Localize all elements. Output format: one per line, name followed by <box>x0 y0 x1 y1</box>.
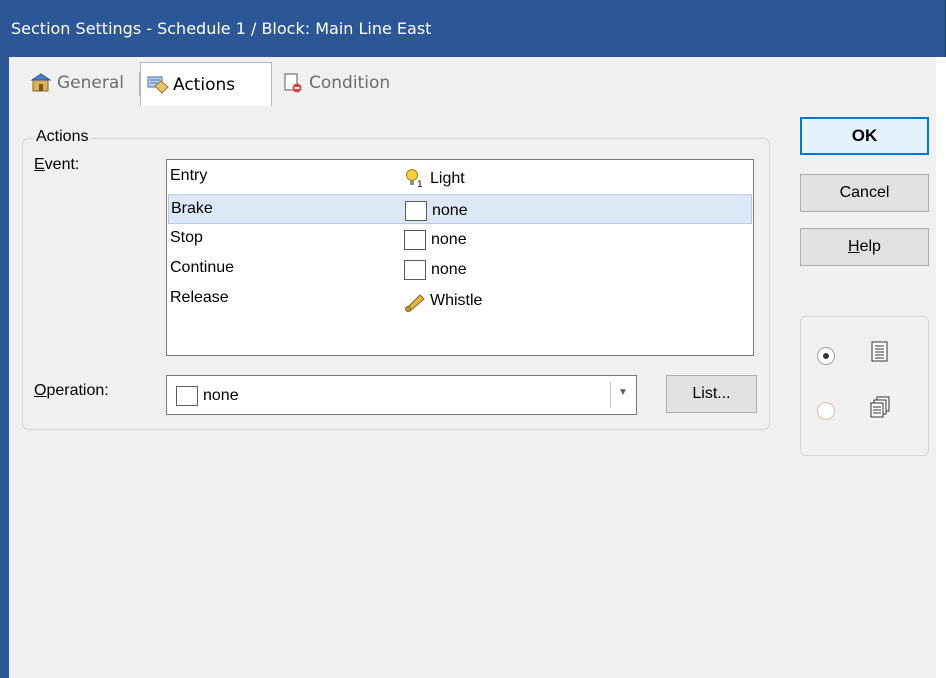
empty-checkbox-icon <box>404 230 426 250</box>
event-name: Continue <box>170 259 235 276</box>
cancel-button[interactable]: Cancel <box>800 174 929 212</box>
event-label: Event: <box>34 156 79 174</box>
event-row-continue[interactable]: Continue none <box>168 254 752 284</box>
event-row-release[interactable]: Release Whistle <box>168 284 752 314</box>
event-row-brake[interactable]: Brake none <box>168 194 752 224</box>
general-icon <box>30 73 52 93</box>
event-action: 1 Light <box>404 168 465 190</box>
tab-condition-label: Condition <box>309 73 391 93</box>
event-action-label: Whistle <box>430 292 483 309</box>
event-action: none <box>404 260 467 280</box>
event-label-accelerator: E <box>34 156 45 173</box>
event-action: Whistle <box>404 290 482 312</box>
event-action-label: none <box>431 261 467 278</box>
whistle-icon <box>404 290 426 312</box>
event-row-stop[interactable]: Stop none <box>168 224 752 254</box>
event-action: none <box>404 230 467 250</box>
operation-label-text: peration: <box>46 382 109 399</box>
dropdown-separator <box>610 382 611 408</box>
list-button[interactable]: List... <box>666 375 757 413</box>
event-action-label: Light <box>430 170 465 187</box>
help-button[interactable]: Help <box>800 228 929 266</box>
single-page-icon <box>870 341 890 363</box>
empty-checkbox-icon <box>176 386 198 406</box>
event-list[interactable]: Entry 1 Light Brake none Stop none Conti… <box>166 159 754 356</box>
single-view-radio[interactable] <box>817 347 835 365</box>
tab-general[interactable]: General <box>25 62 143 104</box>
view-options-group <box>800 316 929 456</box>
tab-general-label: General <box>57 73 124 93</box>
left-window-edge <box>0 57 9 678</box>
event-label-text: vent: <box>44 156 80 173</box>
event-action-label: none <box>431 231 467 248</box>
event-name: Entry <box>170 167 208 184</box>
right-window-edge <box>936 57 946 678</box>
actions-group-label: Actions <box>34 128 91 146</box>
operation-dropdown[interactable]: none ▼ <box>166 375 637 415</box>
help-button-label: elp <box>859 238 881 255</box>
operation-label: Operation: <box>34 382 109 400</box>
empty-checkbox-icon <box>404 260 426 280</box>
operation-value: none <box>203 387 239 404</box>
section-settings-dialog: Section Settings - Schedule 1 / Block: M… <box>0 0 946 678</box>
light-bulb-icon: 1 <box>404 168 426 190</box>
empty-checkbox-icon <box>405 201 427 221</box>
actions-icon <box>147 75 169 95</box>
window-title: Section Settings - Schedule 1 / Block: M… <box>0 0 946 57</box>
event-row-entry[interactable]: Entry 1 Light <box>168 162 752 192</box>
tab-actions-label: Actions <box>173 74 236 95</box>
ok-button[interactable]: OK <box>800 117 929 155</box>
tab-actions[interactable]: Actions <box>140 62 272 106</box>
operation-label-accelerator: O <box>34 382 47 399</box>
event-name: Brake <box>171 200 213 217</box>
help-accelerator: H <box>848 238 860 255</box>
multi-view-radio[interactable] <box>817 402 835 420</box>
event-action-label: none <box>432 202 468 219</box>
chevron-down-icon[interactable]: ▼ <box>618 387 628 398</box>
tab-condition[interactable]: Condition <box>277 62 417 104</box>
event-name: Stop <box>170 229 203 246</box>
event-name: Release <box>170 289 229 306</box>
condition-icon <box>283 73 303 93</box>
event-action: none <box>405 201 468 221</box>
svg-text:1: 1 <box>417 180 423 190</box>
multi-page-icon <box>870 396 890 418</box>
